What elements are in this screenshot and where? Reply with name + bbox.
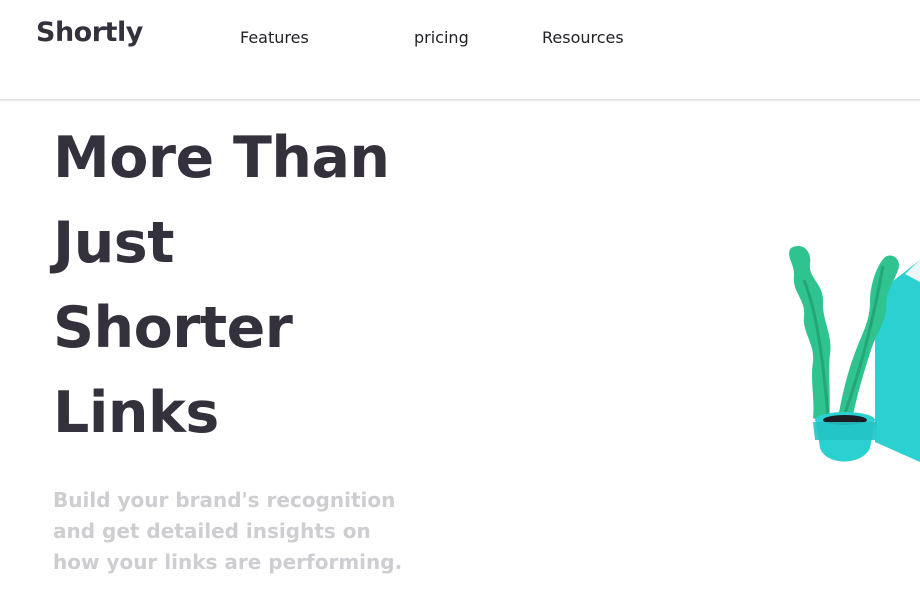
hero-title-line: Links: [53, 380, 219, 446]
nav-link-features[interactable]: Features: [240, 28, 309, 47]
landing-page: Shortly Features pricing Resources More …: [0, 0, 920, 600]
hero-title-line: Just: [53, 210, 174, 276]
nav-link-pricing[interactable]: pricing: [414, 28, 469, 47]
logo[interactable]: Shortly: [36, 17, 143, 48]
nav-link-resources[interactable]: Resources: [542, 28, 624, 47]
hero-title-line: More Than: [53, 125, 390, 191]
hero-description: Build your brand's recognition and get d…: [53, 488, 403, 574]
hero-title-line: Shorter: [53, 295, 293, 361]
hero-title: More Than Just Shorter Links: [53, 116, 390, 456]
working-person-plant-illustration-icon: [780, 240, 920, 480]
site-header: Shortly Features pricing Resources: [0, 0, 920, 100]
